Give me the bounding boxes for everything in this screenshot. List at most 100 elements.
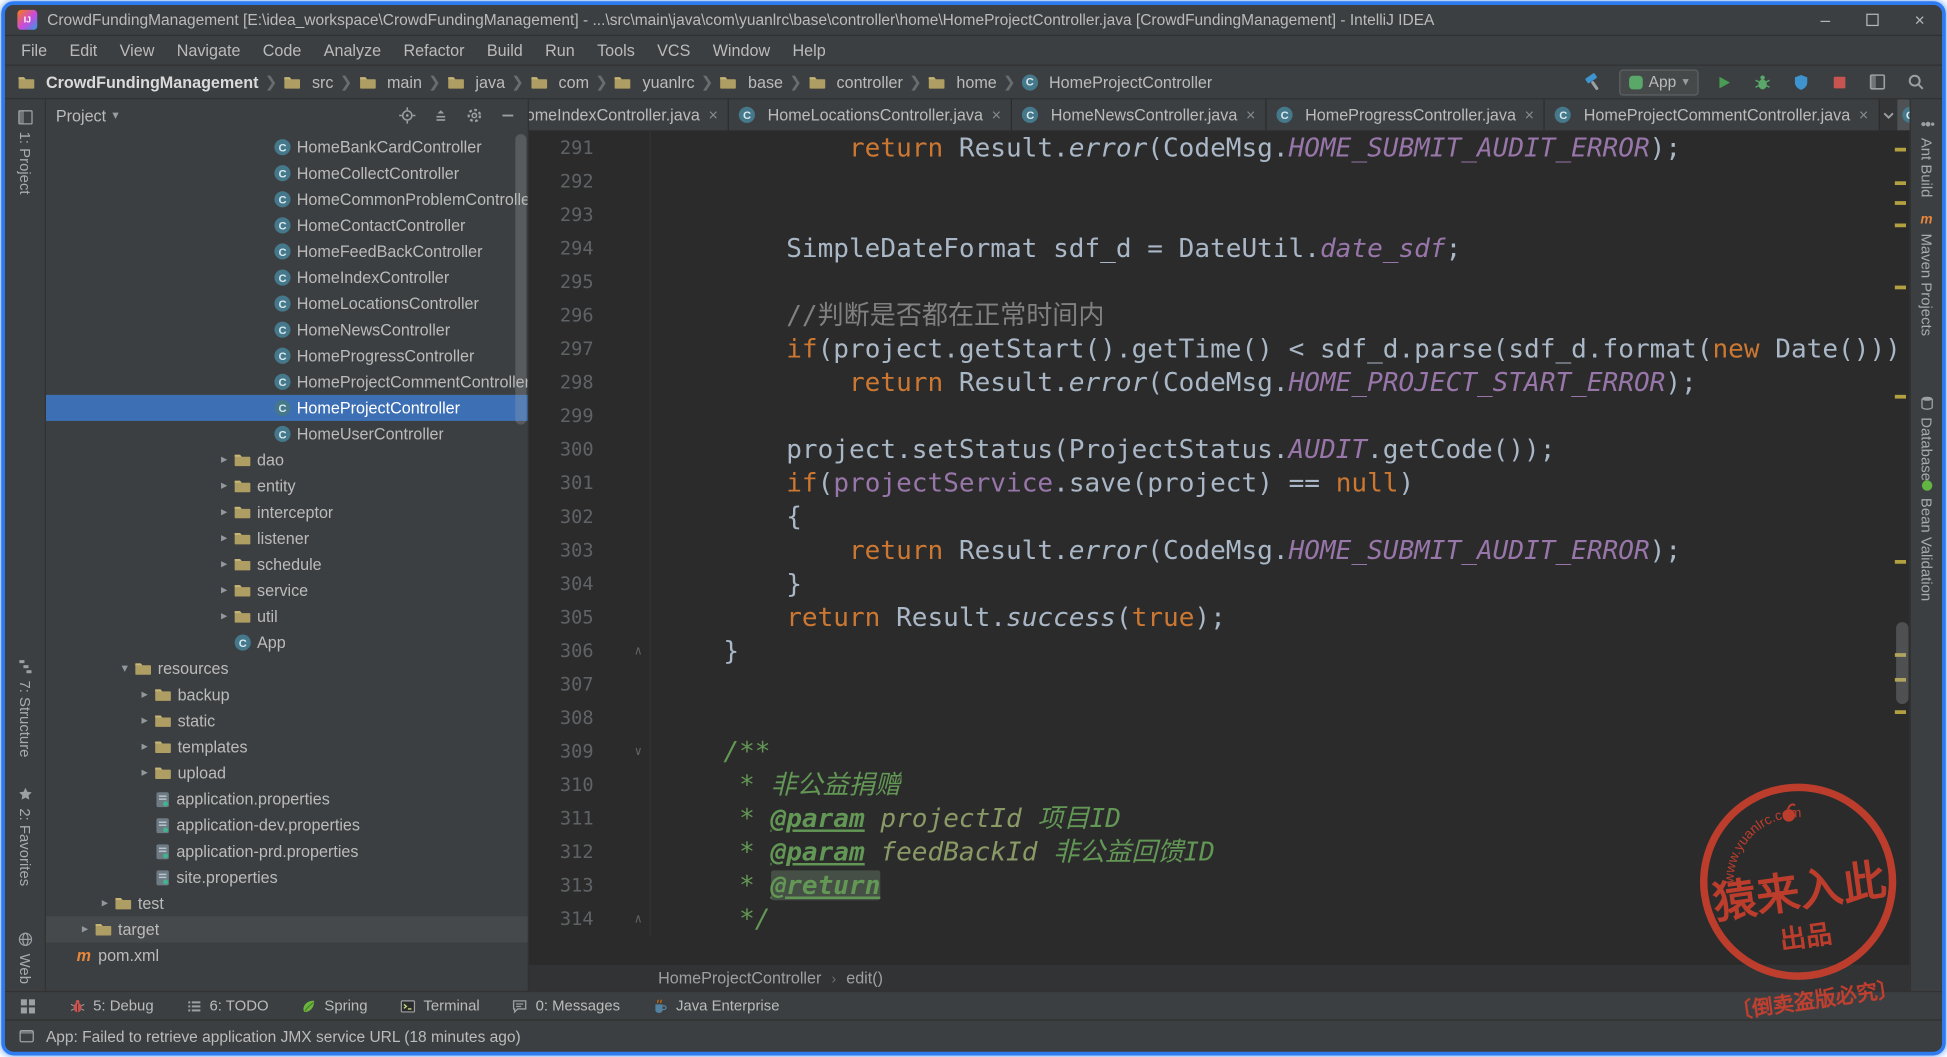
tree-item-HomeProgressController[interactable]: C HomeProgressController	[46, 343, 528, 369]
chevron-right-icon[interactable]: ▸	[215, 610, 234, 624]
breadcrumb-item-main[interactable]: main	[358, 73, 422, 91]
close-icon[interactable]: ×	[708, 106, 717, 125]
left-stripe-1-project[interactable]: 1: Project	[5, 109, 45, 195]
run-config-select[interactable]: App ▾	[1618, 68, 1699, 95]
tree-item-service[interactable]: ▸ service	[46, 577, 528, 603]
locate-file-icon[interactable]	[397, 106, 417, 126]
chevron-down-icon[interactable]: ▾	[115, 662, 134, 676]
tool-window-switcher-icon[interactable]	[17, 996, 37, 1016]
right-stripe-bean-validation[interactable]: Bean Validation	[1911, 479, 1942, 601]
toolwindow-button-5-debug[interactable]: 5: Debug	[70, 997, 154, 1014]
code-editor[interactable]: 291 return Result.error(CodeMsg.HOME_SUB…	[529, 131, 1910, 964]
chevron-right-icon[interactable]: ▸	[135, 740, 154, 754]
tree-item-HomeCollectController[interactable]: C HomeCollectController	[46, 160, 528, 186]
left-stripe-web[interactable]: Web	[5, 931, 45, 983]
close-icon[interactable]: ×	[1246, 106, 1255, 125]
menu-file[interactable]: File	[10, 35, 58, 65]
chevron-right-icon[interactable]: ▸	[215, 584, 234, 598]
menu-help[interactable]: Help	[781, 35, 837, 65]
menu-code[interactable]: Code	[252, 35, 313, 65]
chevron-right-icon[interactable]: ▸	[135, 688, 154, 702]
tree-item-HomeFeedBackController[interactable]: C HomeFeedBackController	[46, 238, 528, 264]
hidden-tabs-icon[interactable]	[1880, 99, 1897, 130]
tree-item-upload[interactable]: ▸ upload	[46, 760, 528, 786]
right-stripe-maven-projects[interactable]: m Maven Projects	[1911, 212, 1942, 336]
chevron-right-icon[interactable]: ▸	[215, 531, 234, 545]
tree-item-util[interactable]: ▸ util	[46, 603, 528, 629]
tree-item-pom.xml[interactable]: m pom.xml	[46, 942, 528, 968]
coverage-button[interactable]	[1787, 68, 1814, 95]
chevron-down-icon[interactable]: ▾	[112, 109, 118, 123]
editor-tab-HomeIndexController[interactable]: CHomeIndexController.java×	[528, 99, 730, 131]
project-panel-title[interactable]: Project	[56, 106, 106, 125]
error-stripe-mark[interactable]	[1894, 201, 1907, 205]
event-log-icon[interactable]	[17, 1027, 36, 1046]
menu-analyze[interactable]: Analyze	[313, 35, 393, 65]
tree-item-application.properties[interactable]: application.properties	[46, 786, 528, 812]
toolwindow-button-java-enterprise[interactable]: Java Enterprise	[652, 997, 779, 1014]
breadcrumb-item-base[interactable]: base	[719, 73, 783, 91]
chevron-right-icon[interactable]: ▸	[76, 923, 95, 937]
editor-tab-HomeProjectCommentController[interactable]: C HomeProjectCommentController.java ×	[1545, 99, 1880, 131]
editor-tab-HomeProgressController[interactable]: C HomeProgressController.java ×	[1266, 99, 1546, 131]
error-stripe-mark[interactable]	[1894, 394, 1907, 399]
editor-tab-HomeNewsController[interactable]: C HomeNewsController.java ×	[1012, 99, 1267, 131]
tree-item-static[interactable]: ▸ static	[46, 708, 528, 734]
breadcrumb-item-CrowdFundingManagement[interactable]: CrowdFundingManagement	[17, 73, 258, 91]
tree-item-templates[interactable]: ▸ templates	[46, 734, 528, 760]
hide-panel-icon[interactable]	[498, 106, 518, 126]
breadcrumb-item-home[interactable]: home	[928, 73, 997, 91]
fold-marker[interactable]: ∧	[594, 902, 651, 937]
chevron-right-icon[interactable]: ▸	[96, 897, 115, 911]
editor-tab-HomeLocationsController[interactable]: C HomeLocationsController.java ×	[729, 99, 1013, 131]
error-stripe-mark[interactable]	[1894, 147, 1907, 152]
collapse-all-icon[interactable]	[431, 106, 451, 126]
tree-item-HomeBankCardController[interactable]: C HomeBankCardController	[46, 134, 528, 160]
error-stripe-mark[interactable]	[1894, 285, 1907, 290]
breadcrumb-item-java[interactable]: java	[447, 73, 505, 91]
close-icon[interactable]: ×	[1859, 106, 1868, 125]
menu-view[interactable]: View	[108, 35, 165, 65]
chevron-right-icon[interactable]: ▸	[135, 714, 154, 728]
tree-item-schedule[interactable]: ▸ schedule	[46, 551, 528, 577]
tree-item-HomeLocationsController[interactable]: C HomeLocationsController	[46, 291, 528, 317]
tree-item-HomeCommonProblemController[interactable]: C HomeCommonProblemController	[46, 186, 528, 212]
tree-item-site.properties[interactable]: site.properties	[46, 864, 528, 890]
tree-item-listener[interactable]: ▸ listener	[46, 525, 528, 551]
build-hammer-icon[interactable]	[1580, 68, 1607, 95]
menu-vcs[interactable]: VCS	[646, 35, 702, 65]
menu-window[interactable]: Window	[702, 35, 782, 65]
debug-button[interactable]	[1748, 68, 1775, 95]
run-button[interactable]	[1710, 68, 1737, 95]
toolwindow-button-0-messages[interactable]: 0: Messages	[512, 997, 620, 1014]
tree-item-dao[interactable]: ▸ dao	[46, 447, 528, 473]
tree-item-App[interactable]: C App	[46, 630, 528, 656]
chevron-right-icon[interactable]: ▸	[135, 766, 154, 780]
breadcrumb-item-yuanlrc[interactable]: yuanlrc	[614, 73, 695, 91]
error-stripe-mark[interactable]	[1894, 710, 1907, 714]
breadcrumb-item-com[interactable]: com	[530, 73, 589, 91]
error-stripe-mark[interactable]	[1894, 560, 1907, 564]
error-stripe-mark[interactable]	[1894, 223, 1907, 228]
right-stripe-ant-build[interactable]: Ant Build	[1911, 117, 1942, 197]
chevron-right-icon[interactable]: ▸	[215, 505, 234, 519]
tree-item-entity[interactable]: ▸ entity	[46, 473, 528, 499]
tree-item-HomeNewsController[interactable]: C HomeNewsController	[46, 317, 528, 343]
maximize-button[interactable]	[1863, 10, 1883, 30]
minimize-button[interactable]: –	[1815, 10, 1835, 30]
editor-scrollbar[interactable]	[1896, 622, 1909, 705]
fold-marker[interactable]: ∨	[594, 735, 651, 769]
tree-item-HomeProjectController[interactable]: C HomeProjectController	[45, 394, 528, 421]
menu-edit[interactable]: Edit	[58, 35, 108, 65]
editor-tab-HomeProjectController[interactable]: C	[1896, 99, 1910, 131]
search-icon[interactable]	[1902, 68, 1929, 95]
fold-marker[interactable]: ∧	[594, 634, 651, 669]
project-scrollbar[interactable]	[515, 134, 527, 425]
chevron-right-icon[interactable]: ▸	[215, 453, 234, 467]
breadcrumb-item-HomeProjectController[interactable]: C HomeProjectController	[1021, 73, 1212, 91]
tree-item-HomeProjectCommentController[interactable]: C HomeProjectCommentController	[46, 369, 528, 395]
tool-windows-icon[interactable]	[1864, 68, 1891, 95]
menu-build[interactable]: Build	[476, 35, 534, 65]
stop-button[interactable]	[1825, 68, 1852, 95]
left-stripe-7-structure[interactable]: 7: Structure	[5, 658, 45, 757]
